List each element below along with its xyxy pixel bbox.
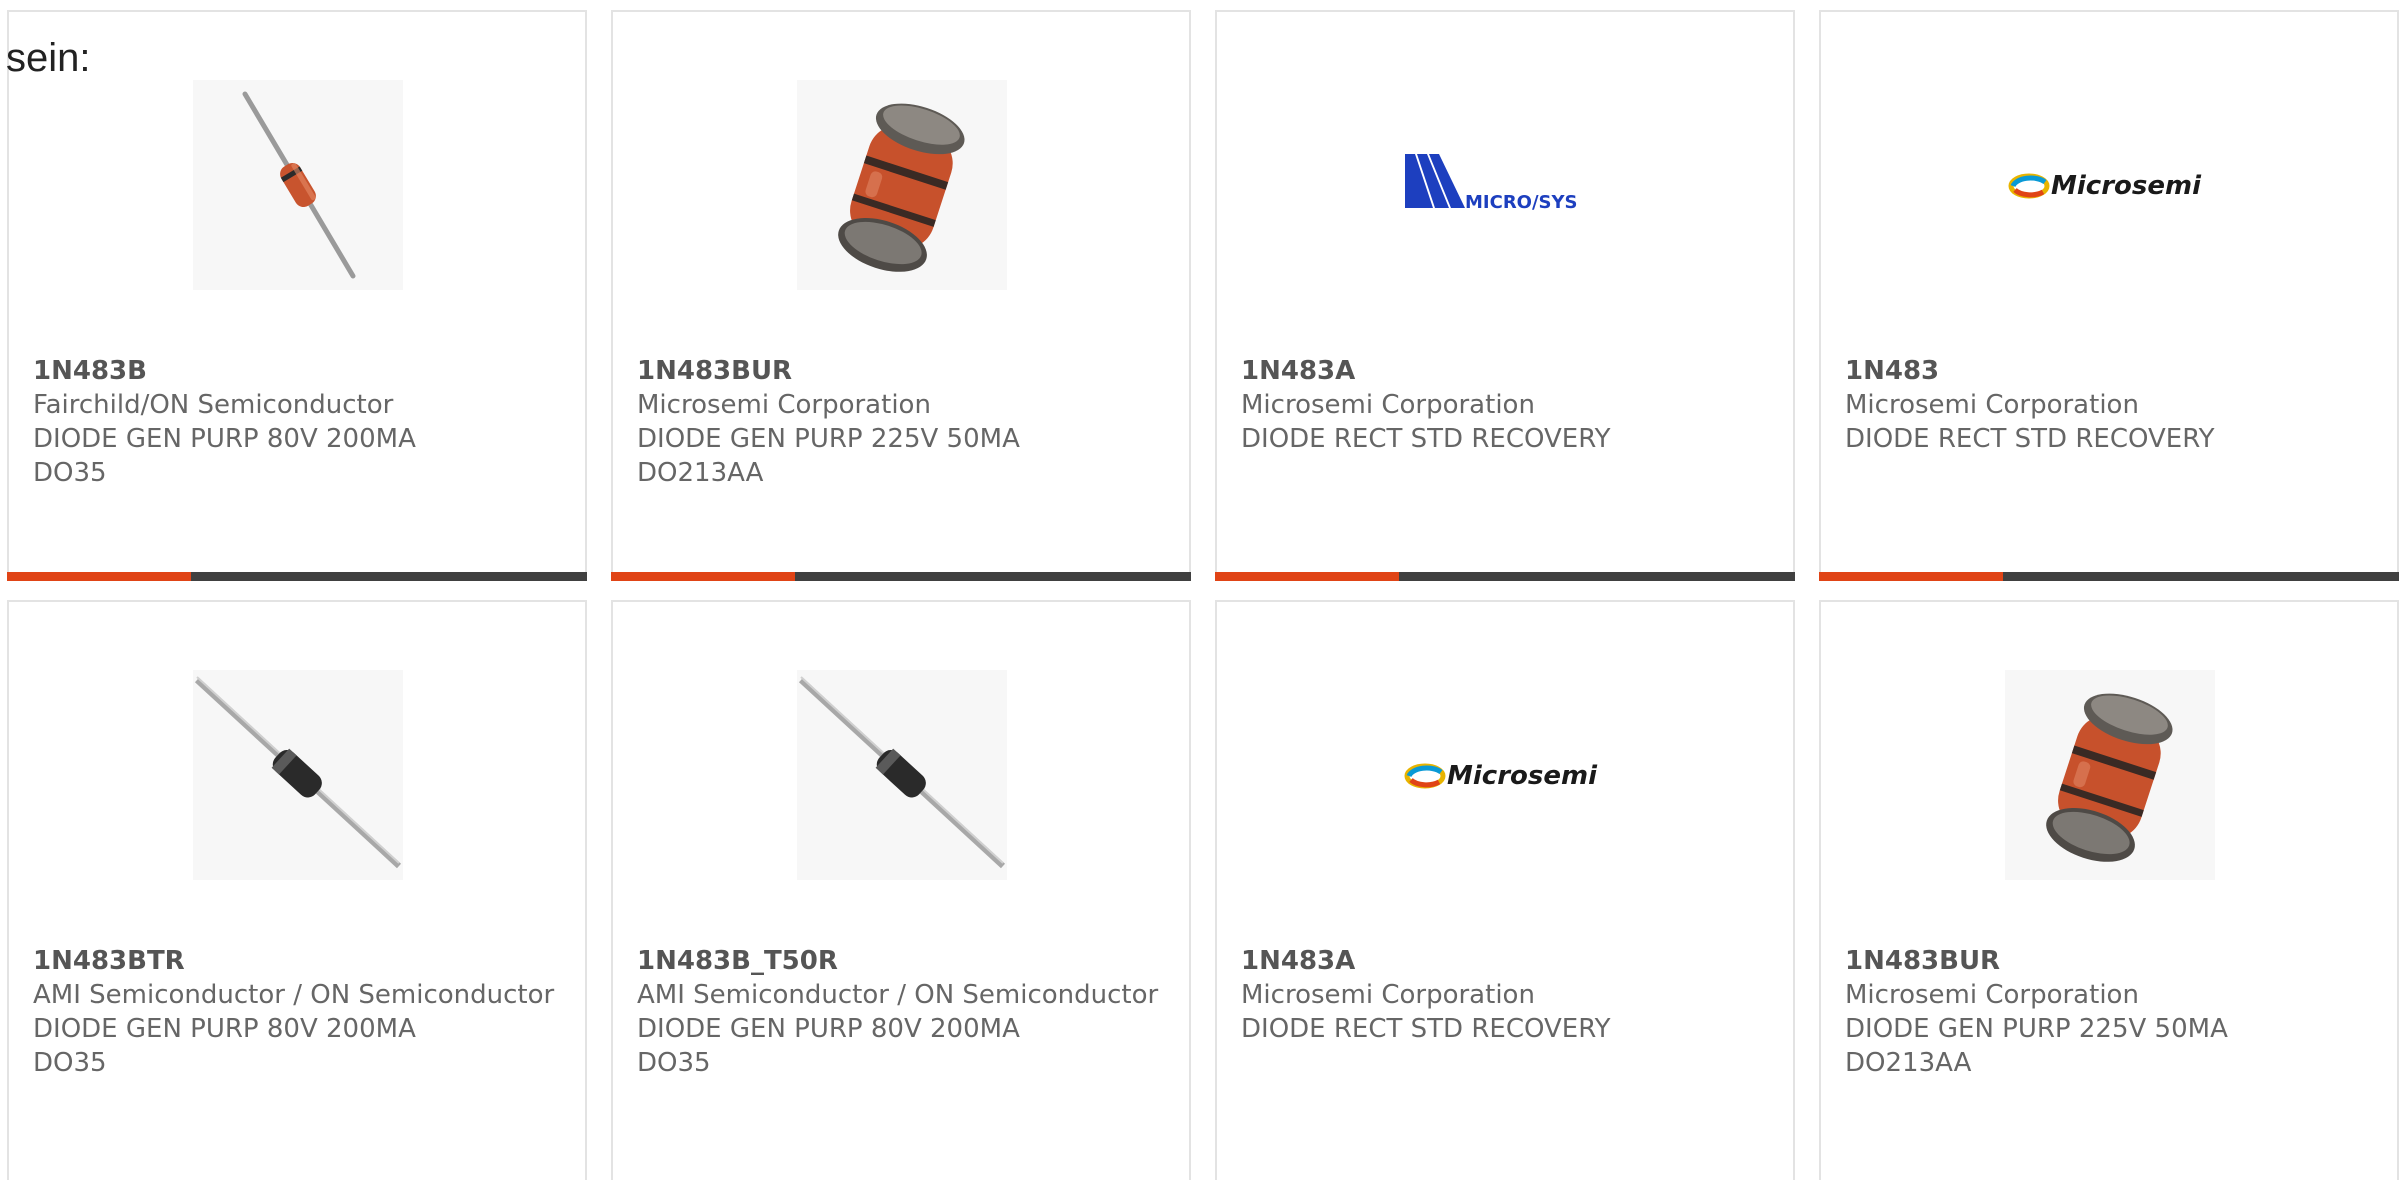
part-number[interactable]: 1N483A [1241,354,1769,388]
svg-text:Microsemi: Microsemi [2051,171,2202,201]
microsemi-logo: Microsemi [1401,670,1611,880]
description: DIODE GEN PURP 225V 50MA [1845,1014,2228,1044]
package: DO35 [637,1048,711,1078]
melf-diode-icon [797,80,1007,290]
package: DO213AA [637,458,764,488]
product-card[interactable]: MICRO/SYS 1N483A Microsemi Corporation D… [1215,10,1795,581]
product-info: 1N483B_T50R AMI Semiconductor / ON Semic… [637,944,1165,1080]
description: DIODE GEN PURP 80V 200MA [33,1014,416,1044]
manufacturer: Microsemi Corporation [637,390,931,420]
axial-diode-orange-icon [193,80,403,290]
description: DIODE RECT STD RECOVERY [1845,424,2215,454]
product-grid: 1N483B Fairchild/ON Semiconductor DIODE … [0,0,2400,1180]
product-card[interactable]: 1N483BUR Microsemi Corporation DIODE GEN… [1819,600,2399,1180]
description: DIODE GEN PURP 80V 200MA [33,424,416,454]
melf-diode-icon [2005,670,2215,880]
axial-diode-black-icon [797,670,1007,880]
part-number[interactable]: 1N483A [1241,944,1769,978]
product-card[interactable]: Microsemi 1N483A Microsemi Corporation D… [1215,600,1795,1180]
card-bottom-bar [7,572,587,581]
part-number[interactable]: 1N483B_T50R [637,944,1165,978]
lead-text: sein: [6,36,91,80]
description: DIODE GEN PURP 225V 50MA [637,424,1020,454]
manufacturer: Microsemi Corporation [1241,390,1535,420]
product-info: 1N483 Microsemi Corporation DIODE RECT S… [1845,354,2373,456]
manufacturer: Microsemi Corporation [1845,390,2139,420]
card-accent [1819,572,2003,581]
part-number[interactable]: 1N483BUR [1845,944,2373,978]
product-card[interactable]: 1N483BUR Microsemi Corporation DIODE GEN… [611,10,1191,581]
description: DIODE GEN PURP 80V 200MA [637,1014,1020,1044]
product-card[interactable]: 1N483B Fairchild/ON Semiconductor DIODE … [7,10,587,581]
product-info: 1N483BTR AMI Semiconductor / ON Semicond… [33,944,561,1080]
product-info: 1N483BUR Microsemi Corporation DIODE GEN… [1845,944,2373,1080]
svg-text:Microsemi: Microsemi [1447,761,1598,791]
manufacturer: AMI Semiconductor / ON Semiconductor [637,980,1159,1010]
microsys-logo: MICRO/SYS [1401,80,1611,290]
product-card[interactable]: 1N483B_T50R AMI Semiconductor / ON Semic… [611,600,1191,1180]
card-accent [611,572,795,581]
part-number[interactable]: 1N483B [33,354,561,388]
description: DIODE RECT STD RECOVERY [1241,424,1611,454]
card-accent [1215,572,1399,581]
part-number[interactable]: 1N483 [1845,354,2373,388]
part-number[interactable]: 1N483BTR [33,944,561,978]
card-bottom-bar [1215,572,1795,581]
package: DO213AA [1845,1048,1972,1078]
product-info: 1N483A Microsemi Corporation DIODE RECT … [1241,944,1769,1046]
product-info: 1N483B Fairchild/ON Semiconductor DIODE … [33,354,561,490]
card-accent [7,572,191,581]
manufacturer: Fairchild/ON Semiconductor [33,390,394,420]
package: DO35 [33,458,107,488]
manufacturer: Microsemi Corporation [1845,980,2139,1010]
manufacturer: AMI Semiconductor / ON Semiconductor [33,980,555,1010]
card-bottom-bar [611,572,1191,581]
part-number[interactable]: 1N483BUR [637,354,1165,388]
microsemi-logo: Microsemi [2005,80,2215,290]
axial-diode-black-icon [193,670,403,880]
product-card[interactable]: 1N483BTR AMI Semiconductor / ON Semicond… [7,600,587,1180]
product-info: 1N483BUR Microsemi Corporation DIODE GEN… [637,354,1165,490]
manufacturer: Microsemi Corporation [1241,980,1535,1010]
product-card[interactable]: Microsemi 1N483 Microsemi Corporation DI… [1819,10,2399,581]
package: DO35 [33,1048,107,1078]
svg-text:MICRO/SYS: MICRO/SYS [1465,192,1578,213]
card-bottom-bar [1819,572,2399,581]
description: DIODE RECT STD RECOVERY [1241,1014,1611,1044]
product-info: 1N483A Microsemi Corporation DIODE RECT … [1241,354,1769,456]
